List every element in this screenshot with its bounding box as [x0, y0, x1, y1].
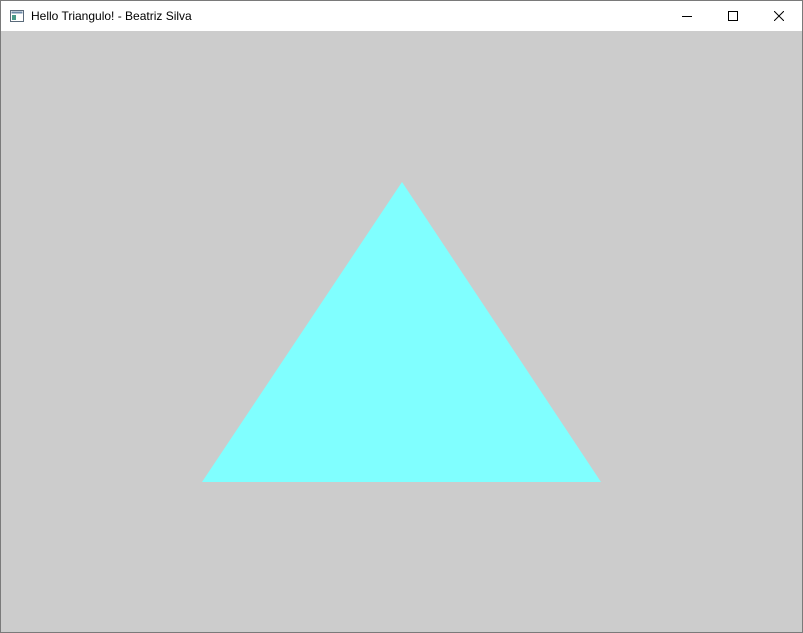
window-title: Hello Triangulo! - Beatriz Silva	[31, 9, 192, 23]
render-canvas[interactable]	[1, 31, 802, 632]
app-window: Hello Triangulo! - Beatriz Silva	[0, 0, 803, 633]
scene-svg	[202, 182, 601, 482]
maximize-icon	[728, 11, 738, 21]
minimize-button[interactable]	[664, 1, 710, 31]
triangle	[202, 182, 601, 482]
app-window-icon[interactable]	[9, 8, 25, 24]
window-controls	[664, 1, 802, 31]
title-bar[interactable]: Hello Triangulo! - Beatriz Silva	[1, 1, 802, 31]
close-icon	[774, 11, 784, 21]
maximize-button[interactable]	[710, 1, 756, 31]
minimize-icon	[682, 16, 692, 17]
close-button[interactable]	[756, 1, 802, 31]
